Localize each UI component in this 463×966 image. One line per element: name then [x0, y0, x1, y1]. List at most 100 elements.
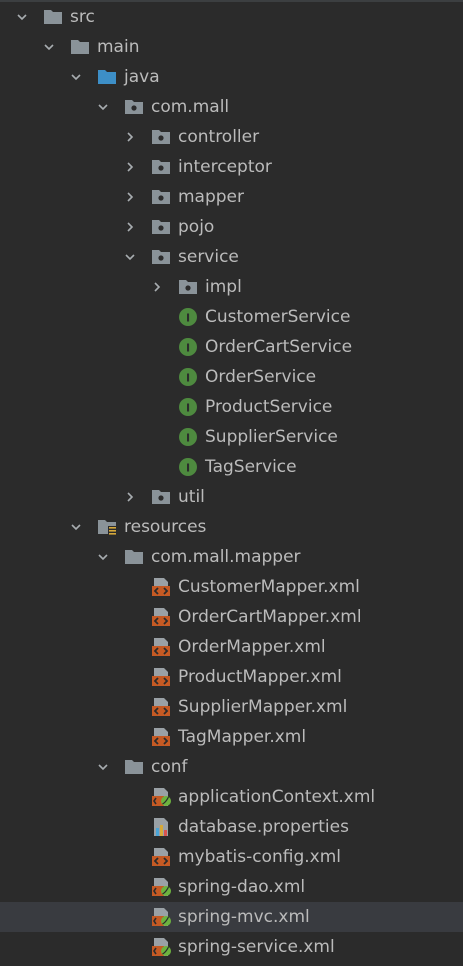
package-icon [151, 127, 171, 147]
tree-row[interactable]: I CustomerService [0, 302, 463, 332]
tree-row[interactable]: spring-dao.xml [0, 872, 463, 902]
xml-file-icon [151, 847, 171, 867]
tree-item-label: interceptor [178, 157, 272, 177]
tree-row[interactable]: I ProductService [0, 392, 463, 422]
tree-row[interactable]: I OrderService [0, 362, 463, 392]
folder-icon [124, 757, 144, 777]
chevron-right-icon[interactable] [121, 122, 139, 152]
tree-item-label: OrderCartService [205, 337, 353, 357]
resources-folder-icon [97, 517, 117, 537]
tree-row[interactable]: com.mall.mapper [0, 542, 463, 572]
chevron-down-icon[interactable] [67, 62, 85, 92]
chevron-down-icon[interactable] [121, 242, 139, 272]
tree-row[interactable]: src [0, 2, 463, 32]
spring-xml-icon [151, 907, 171, 927]
tree-row[interactable]: impl [0, 272, 463, 302]
tree-row[interactable]: spring-service.xml [0, 932, 463, 962]
svg-text:I: I [186, 432, 190, 445]
xml-file-icon [151, 577, 171, 597]
tree-row[interactable]: applicationContext.xml [0, 782, 463, 812]
tree-item-label: SupplierMapper.xml [178, 697, 348, 717]
tree-row[interactable]: I OrderCartService [0, 332, 463, 362]
tree-item-label: CustomerMapper.xml [178, 577, 360, 597]
package-icon [178, 277, 198, 297]
chevron-right-icon[interactable] [121, 152, 139, 182]
tree-item-label: java [124, 67, 160, 87]
svg-text:I: I [186, 372, 190, 385]
spring-xml-icon [151, 877, 171, 897]
tree-item-label: controller [178, 127, 260, 147]
tree-item-label: spring-dao.xml [178, 877, 306, 897]
svg-text:I: I [186, 342, 190, 355]
tree-row[interactable]: conf [0, 752, 463, 782]
tree-row[interactable]: TagMapper.xml [0, 722, 463, 752]
tree-item-label: OrderCartMapper.xml [178, 607, 362, 627]
tree-item-label: applicationContext.xml [178, 787, 376, 807]
tree-item-label: pojo [178, 217, 215, 237]
chevron-down-icon[interactable] [67, 512, 85, 542]
interface-icon: I [178, 427, 198, 447]
tree-row[interactable]: controller [0, 122, 463, 152]
tree-row[interactable]: I SupplierService [0, 422, 463, 452]
tree-row[interactable]: interceptor [0, 152, 463, 182]
chevron-down-icon[interactable] [94, 752, 112, 782]
tree-row[interactable]: mybatis-config.xml [0, 842, 463, 872]
folder-icon [124, 547, 144, 567]
tree-item-label: com.mall [151, 97, 230, 117]
tree-row[interactable]: mapper [0, 182, 463, 212]
chevron-down-icon[interactable] [94, 542, 112, 572]
package-icon [151, 247, 171, 267]
interface-icon: I [178, 367, 198, 387]
svg-text:I: I [186, 312, 190, 325]
chevron-right-icon[interactable] [148, 272, 166, 302]
tree-row[interactable]: I TagService [0, 452, 463, 482]
tree-row[interactable]: ProductMapper.xml [0, 662, 463, 692]
tree-row[interactable]: service [0, 242, 463, 272]
xml-file-icon [151, 667, 171, 687]
xml-file-icon [151, 637, 171, 657]
chevron-down-icon[interactable] [40, 32, 58, 62]
svg-text:I: I [186, 402, 190, 415]
tree-item-label: main [97, 37, 140, 57]
chevron-right-icon[interactable] [121, 182, 139, 212]
tree-item-label: OrderMapper.xml [178, 637, 326, 657]
tree-item-label: OrderService [205, 367, 317, 387]
tree-row[interactable]: database.properties [0, 812, 463, 842]
svg-text:I: I [186, 462, 190, 475]
tree-row[interactable]: java [0, 62, 463, 92]
package-icon [151, 187, 171, 207]
interface-icon: I [178, 397, 198, 417]
xml-file-icon [151, 697, 171, 717]
tree-row[interactable]: OrderCartMapper.xml [0, 602, 463, 632]
chevron-right-icon[interactable] [121, 212, 139, 242]
tree-item-label: ProductMapper.xml [178, 667, 342, 687]
tree-item-label: com.mall.mapper [151, 547, 301, 567]
tree-row[interactable]: util [0, 482, 463, 512]
package-icon [151, 487, 171, 507]
tree-row[interactable]: SupplierMapper.xml [0, 692, 463, 722]
tree-item-label: CustomerService [205, 307, 351, 327]
tree-row[interactable]: OrderMapper.xml [0, 632, 463, 662]
tree-item-label: mapper [178, 187, 245, 207]
package-icon [124, 97, 144, 117]
tree-row[interactable]: spring-mvc.xml [0, 902, 463, 932]
tree-row[interactable]: com.mall [0, 92, 463, 122]
tree-item-label: conf [151, 757, 188, 777]
tree-item-label: mybatis-config.xml [178, 847, 341, 867]
tree-row[interactable]: resources [0, 512, 463, 542]
tree-row[interactable]: CustomerMapper.xml [0, 572, 463, 602]
tree-item-label: spring-service.xml [178, 937, 335, 957]
source-folder-icon [97, 67, 117, 87]
chevron-right-icon[interactable] [121, 482, 139, 512]
tree-row[interactable]: pojo [0, 212, 463, 242]
tree-row[interactable]: main [0, 32, 463, 62]
tree-item-label: service [178, 247, 239, 267]
interface-icon: I [178, 337, 198, 357]
properties-file-icon [151, 817, 171, 837]
chevron-down-icon[interactable] [94, 92, 112, 122]
folder-icon [43, 7, 63, 27]
interface-icon: I [178, 457, 198, 477]
spring-xml-icon [151, 787, 171, 807]
chevron-down-icon[interactable] [13, 2, 31, 32]
tree-item-label: database.properties [178, 817, 349, 837]
